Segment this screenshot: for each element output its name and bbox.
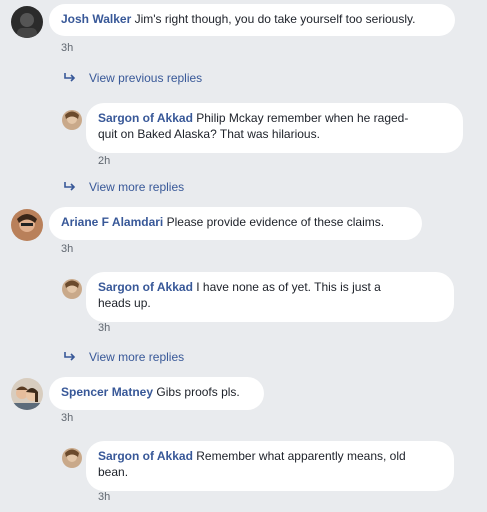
reply-author[interactable]: Sargon of Akkad xyxy=(98,280,193,294)
reply-time[interactable]: 3h xyxy=(98,491,110,503)
comment-text: Gibs proofs pls. xyxy=(156,385,240,399)
comment-time[interactable]: 3h xyxy=(61,243,73,255)
view-more-replies-link[interactable]: View more replies xyxy=(64,350,184,364)
avatar[interactable] xyxy=(11,209,43,241)
comment-bubble: Josh Walker Jim's right though, you do t… xyxy=(49,4,455,36)
reply-text-line1: Philip Mckay remember when he raged- xyxy=(196,111,409,125)
comment-bubble: Ariane F Alamdari Please provide evidenc… xyxy=(49,207,422,240)
reply-arrow-icon xyxy=(64,350,78,364)
avatar[interactable] xyxy=(11,378,43,410)
view-more-replies-label: View more replies xyxy=(89,180,185,194)
comment-time[interactable]: 3h xyxy=(61,412,73,424)
comment-bubble: Spencer Matney Gibs proofs pls. xyxy=(49,377,264,410)
reply-author[interactable]: Sargon of Akkad xyxy=(98,111,193,125)
reply-author[interactable]: Sargon of Akkad xyxy=(98,449,193,463)
comment-time[interactable]: 3h xyxy=(61,42,73,54)
comment-author[interactable]: Ariane F Alamdari xyxy=(61,215,163,229)
view-previous-replies-label: View previous replies xyxy=(89,71,203,85)
comment-text: Please provide evidence of these claims. xyxy=(166,215,385,229)
reply-time[interactable]: 3h xyxy=(98,322,110,334)
reply-arrow-icon xyxy=(64,180,78,194)
reply-time[interactable]: 2h xyxy=(98,155,110,167)
avatar[interactable] xyxy=(11,6,43,38)
comment-text: Jim's right though, you do take yourself… xyxy=(134,12,416,26)
reply-text-line2: quit on Baked Alaska? That was hilarious… xyxy=(98,127,320,141)
reply-text-line2: heads up. xyxy=(98,296,151,310)
comment-author[interactable]: Spencer Matney xyxy=(61,385,153,399)
reply-text-line2: bean. xyxy=(98,465,129,479)
view-more-replies-link[interactable]: View more replies xyxy=(64,180,184,194)
reply-arrow-icon xyxy=(64,71,78,85)
view-more-replies-label: View more replies xyxy=(89,350,185,364)
view-previous-replies-link[interactable]: View previous replies xyxy=(64,71,202,85)
comment-author[interactable]: Josh Walker xyxy=(61,12,131,26)
reply-text-line1: Remember what apparently means, old xyxy=(196,449,406,463)
reply-bubble: Sargon of Akkad I have none as of yet. T… xyxy=(86,272,454,322)
reply-bubble: Sargon of Akkad Remember what apparently… xyxy=(86,441,454,491)
avatar[interactable] xyxy=(62,448,82,468)
reply-text-line1: I have none as of yet. This is just a xyxy=(196,280,381,294)
avatar[interactable] xyxy=(62,279,82,299)
reply-bubble: Sargon of Akkad Philip Mckay remember wh… xyxy=(86,103,463,153)
avatar[interactable] xyxy=(62,110,82,130)
